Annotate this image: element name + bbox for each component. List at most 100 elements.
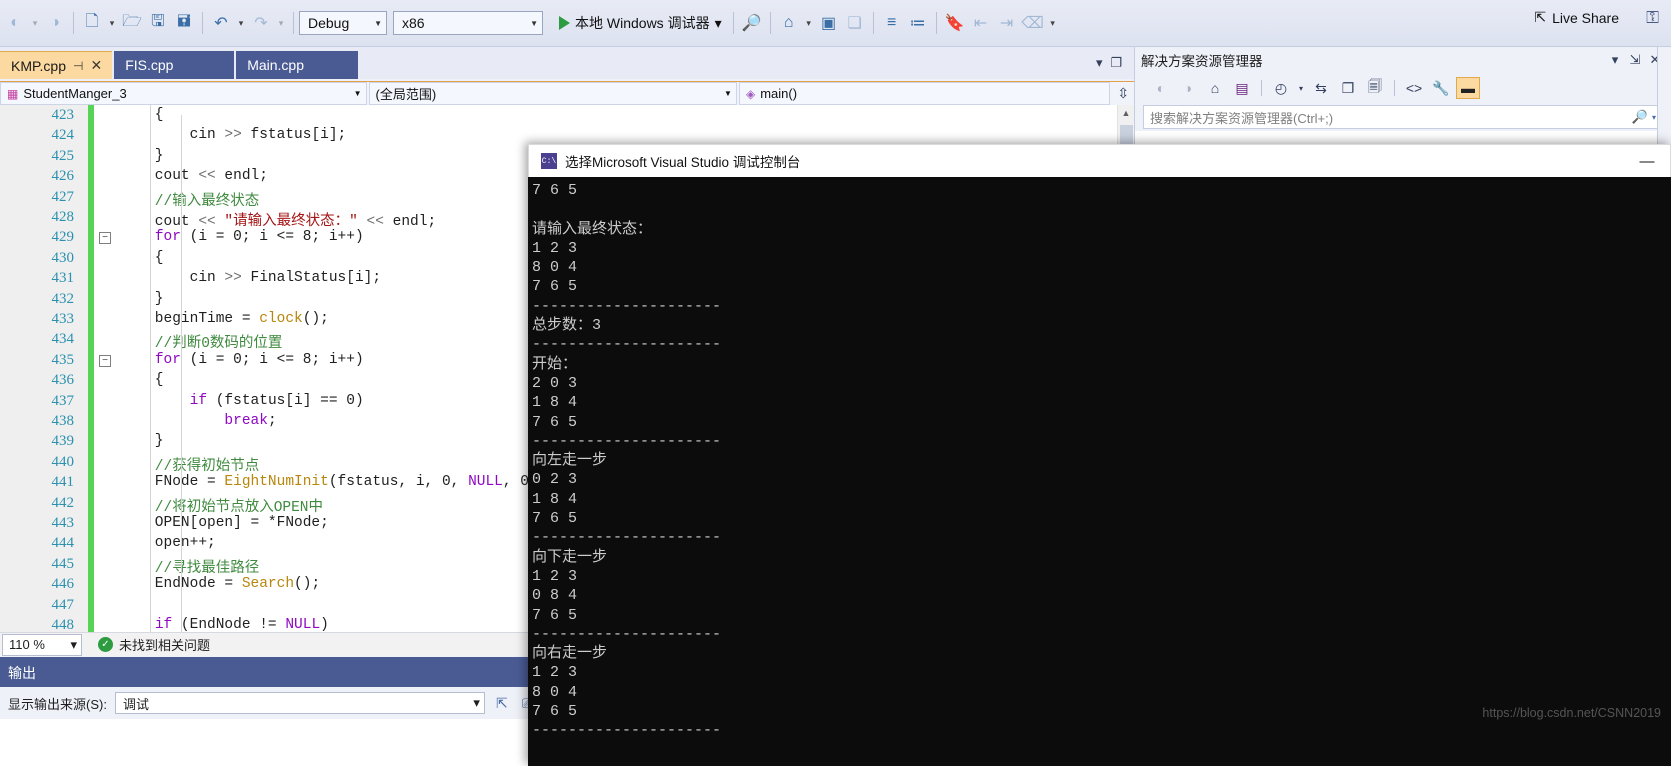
line-number: 433 (51, 311, 75, 327)
code-line-text[interactable]: for (i = 0; i <= 8; i++) (120, 352, 364, 368)
pending-changes-icon[interactable]: ◴ (1269, 77, 1293, 99)
sync-with-active-doc-icon[interactable]: ▤ (1230, 77, 1254, 99)
home-icon[interactable]: ⌂ (776, 8, 802, 38)
code-line-text[interactable]: FNode = EightNumInit(fstatus, i, 0, NULL… (120, 474, 547, 490)
code-line-text[interactable]: for (i = 0; i <= 8; i++) (120, 229, 364, 245)
scope-dropdown[interactable]: (全局范围) ▼ (368, 82, 737, 105)
console-title-bar[interactable]: C:\ 选择Microsoft Visual Studio 调试控制台 — (528, 144, 1671, 177)
code-line-text[interactable]: //判断0数码的位置 (120, 331, 283, 352)
output-source-combo[interactable]: 调试 ▾ (114, 692, 485, 714)
home-icon[interactable]: ⌂ (1203, 77, 1227, 99)
back-arrow-icon[interactable]: ◐ (2, 8, 28, 38)
new-item-icon[interactable]: 🗋 (79, 8, 105, 38)
toolbar-overflow-icon[interactable]: ▾ (1046, 8, 1060, 38)
code-line-text[interactable]: //获得初始节点 (120, 454, 259, 475)
code-line-text[interactable]: } (120, 291, 164, 307)
chevron-down-icon[interactable]: ▾ (1296, 77, 1306, 99)
project-name: StudentManger_3 (23, 86, 127, 101)
code-view-icon[interactable]: <> (1402, 77, 1426, 99)
forward-arrow-icon[interactable]: ◑ (42, 8, 68, 38)
code-line-text[interactable]: { (120, 372, 164, 388)
code-line-text[interactable]: if (EndNode != NULL) (120, 617, 329, 632)
code-line-text[interactable]: open++; (120, 535, 216, 551)
main-toolbar: ◐ ▾ ◑ 🗋 ▾ 🗁 🖫 🖬 ↶ ▾ ↷ ▾ Debug ▼ x86 ▼ 本地… (0, 0, 1671, 47)
new-item-dropdown-icon[interactable]: ▾ (105, 8, 119, 38)
code-line-text[interactable]: cin >> FinalStatus[i]; (120, 270, 381, 286)
code-line-text[interactable]: } (120, 148, 164, 164)
code-line-text[interactable]: cout << "请输入最终状态：" << endl; (120, 209, 436, 230)
undo-dropdown-icon[interactable]: ▾ (234, 8, 248, 38)
redo-icon[interactable]: ↷ (248, 8, 274, 38)
refresh-icon[interactable]: ⇆ (1309, 77, 1333, 99)
pin-icon[interactable]: ⊣ (73, 59, 83, 73)
bookmark-next-icon[interactable]: ⇥ (994, 8, 1020, 38)
code-line-text[interactable]: //寻找最佳路径 (120, 556, 259, 577)
back-dropdown-icon[interactable]: ▾ (28, 8, 42, 38)
start-debugging-button[interactable]: 本地 Windows 调试器 ▾ (553, 8, 728, 38)
tab-main-cpp[interactable]: Main.cpp (236, 51, 359, 79)
preview-pane-icon[interactable]: ▬ (1456, 77, 1480, 99)
user-account-icon[interactable]: ⚿ (1646, 8, 1659, 28)
open-folder-icon[interactable]: 🗁 (119, 8, 145, 38)
code-line-text[interactable]: if (fstatus[i] == 0) (120, 393, 364, 409)
show-all-files-icon[interactable]: 🗐 (1363, 77, 1387, 99)
toolbar-separator (872, 12, 874, 34)
minimize-button[interactable]: — (1624, 153, 1670, 170)
chevron-down-icon[interactable]: ▾ (1652, 113, 1656, 122)
forward-icon[interactable]: ◑ (1176, 77, 1200, 99)
code-line-text[interactable]: break; (120, 413, 276, 429)
save-icon[interactable]: 🖫 (145, 8, 171, 38)
code-line-text[interactable]: beginTime = clock(); (120, 311, 329, 327)
platform-combo[interactable]: x86 ▼ (393, 11, 543, 35)
split-window-icon[interactable]: ❐ (1111, 55, 1123, 71)
indent-icon[interactable]: ≡ (879, 8, 905, 38)
toolbar-separator (732, 12, 734, 34)
undo-icon[interactable]: ↶ (208, 8, 234, 38)
output-navigate-icon[interactable]: ⇱ (493, 695, 511, 712)
toolbar-separator (769, 12, 771, 34)
properties-icon[interactable]: 🔧 (1429, 77, 1453, 99)
zoom-level-combo[interactable]: 110 % ▾ (2, 633, 82, 656)
smart-indent-icon[interactable]: ≔ (905, 8, 931, 38)
split-view-icon[interactable]: ⇳ (1112, 85, 1134, 102)
console-output-text[interactable]: 7 6 5 请输入最终状态： 1 2 3 8 0 4 7 6 5 -------… (528, 177, 1671, 766)
close-icon[interactable]: ✕ (90, 57, 102, 74)
tab-kmp-cpp[interactable]: KMP.cpp ⊣ ✕ (0, 51, 113, 79)
tab-fis-cpp[interactable]: FIS.cpp (114, 51, 235, 79)
pointer-window-icon[interactable]: ▣ (816, 8, 842, 38)
save-all-icon[interactable]: 🖬 (171, 8, 197, 38)
collapse-all-icon[interactable]: ❐ (1336, 77, 1360, 99)
search-icon[interactable]: 🔎 (1632, 109, 1648, 125)
code-line-text[interactable]: } (120, 433, 164, 449)
project-dropdown[interactable]: ▦ StudentManger_3 ▼ (0, 82, 367, 105)
chevron-down-icon[interactable]: ▾ (1605, 52, 1625, 68)
fold-toggle-icon[interactable]: − (99, 232, 111, 245)
home-dropdown-icon[interactable]: ▾ (802, 8, 816, 38)
code-line-text[interactable]: //输入最终状态 (120, 189, 259, 210)
fold-toggle-icon[interactable]: − (99, 354, 111, 367)
line-number: 430 (51, 249, 75, 266)
code-line-text[interactable]: cout << endl; (120, 168, 268, 184)
code-line-text[interactable]: { (120, 107, 164, 123)
pin-icon[interactable]: ⇲ (1625, 52, 1645, 68)
live-share-button[interactable]: ⇱ Live Share (1534, 9, 1619, 26)
debug-console-window[interactable]: C:\ 选择Microsoft Visual Studio 调试控制台 — 7 … (528, 144, 1671, 766)
redo-dropdown-icon[interactable]: ▾ (274, 8, 288, 38)
bookmark-icon[interactable]: 🔖 (942, 8, 968, 38)
tab-list-dropdown-icon[interactable]: ▾ (1096, 55, 1103, 71)
solution-explorer-toolbar: ◐ ◑ ⌂ ▤ ◴ ▾ ⇆ ❐ 🗐 <> 🔧 ▬ (1135, 73, 1671, 103)
scroll-up-icon[interactable]: ▲ (1118, 105, 1134, 122)
code-line-text[interactable]: { (120, 250, 164, 266)
line-number: 436 (51, 372, 75, 389)
code-line-text[interactable]: cin >> fstatus[i]; (120, 127, 347, 143)
vertical-tool-tab[interactable] (1658, 47, 1660, 59)
bookmark-clear-icon[interactable]: ⌫ (1020, 8, 1046, 38)
function-dropdown[interactable]: ◈ main() (738, 82, 1111, 105)
code-line-text[interactable]: OPEN[open] = *FNode; (120, 515, 329, 531)
copy-icon[interactable]: ❏ (842, 8, 868, 38)
find-icon[interactable]: 🔎 (739, 8, 765, 38)
bookmark-prev-icon[interactable]: ⇤ (968, 8, 994, 38)
back-icon[interactable]: ◐ (1149, 77, 1173, 99)
solution-explorer-search[interactable]: 搜索解决方案资源管理器(Ctrl+;) 🔎 ▾ (1143, 105, 1663, 129)
configuration-combo[interactable]: Debug ▼ (299, 11, 387, 35)
